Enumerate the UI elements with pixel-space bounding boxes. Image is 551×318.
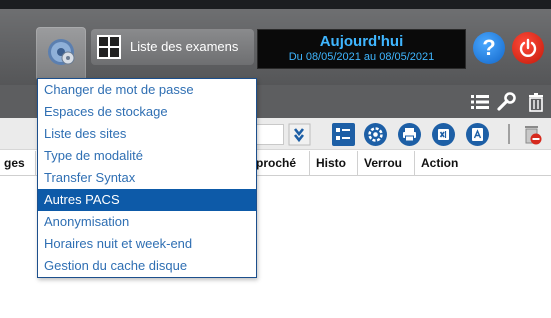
today-range: Du 08/05/2021 au 08/05/2021	[288, 51, 435, 63]
column-header[interactable]: Histo	[310, 151, 358, 176]
menu-item-storage[interactable]: Espaces de stockage	[38, 101, 256, 123]
exam-list-label: Liste des examens	[130, 39, 239, 54]
today-title: Aujourd'hui	[319, 33, 404, 50]
exam-list-button[interactable]: Liste des examens	[91, 29, 254, 65]
column-header[interactable]: proché	[254, 151, 310, 176]
help-button[interactable]: ?	[473, 32, 505, 64]
columns-icon[interactable]	[332, 123, 355, 146]
menu-item-transfer-syntax[interactable]: Transfer Syntax	[38, 167, 256, 189]
column-header[interactable]: Verrou	[358, 151, 415, 176]
gear-icon	[48, 39, 75, 65]
today-filter-button[interactable]: Aujourd'hui Du 08/05/2021 au 08/05/2021	[257, 29, 466, 69]
search-input[interactable]	[254, 124, 284, 145]
column-header[interactable]: Action	[415, 151, 551, 176]
help-icon: ?	[482, 35, 496, 60]
header-bar: Liste des examens Aujourd'hui Du 08/05/2…	[0, 9, 551, 85]
menu-item-disk-cache[interactable]: Gestion du cache disque	[38, 255, 256, 277]
menu-item-night-hours[interactable]: Horaires nuit et week-end	[38, 233, 256, 255]
pdf-icon[interactable]	[466, 123, 489, 146]
grid-icon	[97, 35, 121, 59]
excel-icon[interactable]	[432, 123, 455, 146]
menu-item-other-pacs[interactable]: Autres PACS	[38, 189, 256, 211]
print-icon[interactable]	[398, 123, 421, 146]
delete-icon[interactable]	[520, 123, 543, 146]
list-icon[interactable]	[470, 92, 490, 112]
wrench-icon[interactable]	[496, 92, 516, 112]
settings-icon[interactable]	[364, 123, 387, 146]
settings-menu-button[interactable]	[36, 27, 86, 81]
menu-item-change-password[interactable]: Changer de mot de passe	[38, 79, 256, 101]
menu-item-anonymisation[interactable]: Anonymisation	[38, 211, 256, 233]
trash-icon[interactable]	[526, 92, 546, 112]
settings-dropdown-menu: Changer de mot de passe Espaces de stock…	[37, 78, 257, 278]
menu-item-modality[interactable]: Type de modalité	[38, 145, 256, 167]
top-strip	[0, 0, 551, 9]
menu-item-sites[interactable]: Liste des sites	[38, 123, 256, 145]
app-window: Liste des examens Aujourd'hui Du 08/05/2…	[0, 0, 551, 318]
logout-button[interactable]	[512, 32, 544, 64]
column-header[interactable]: ges	[0, 151, 36, 176]
toolbar-separator	[508, 124, 510, 144]
power-icon	[519, 38, 537, 57]
select-icon[interactable]	[288, 123, 311, 146]
